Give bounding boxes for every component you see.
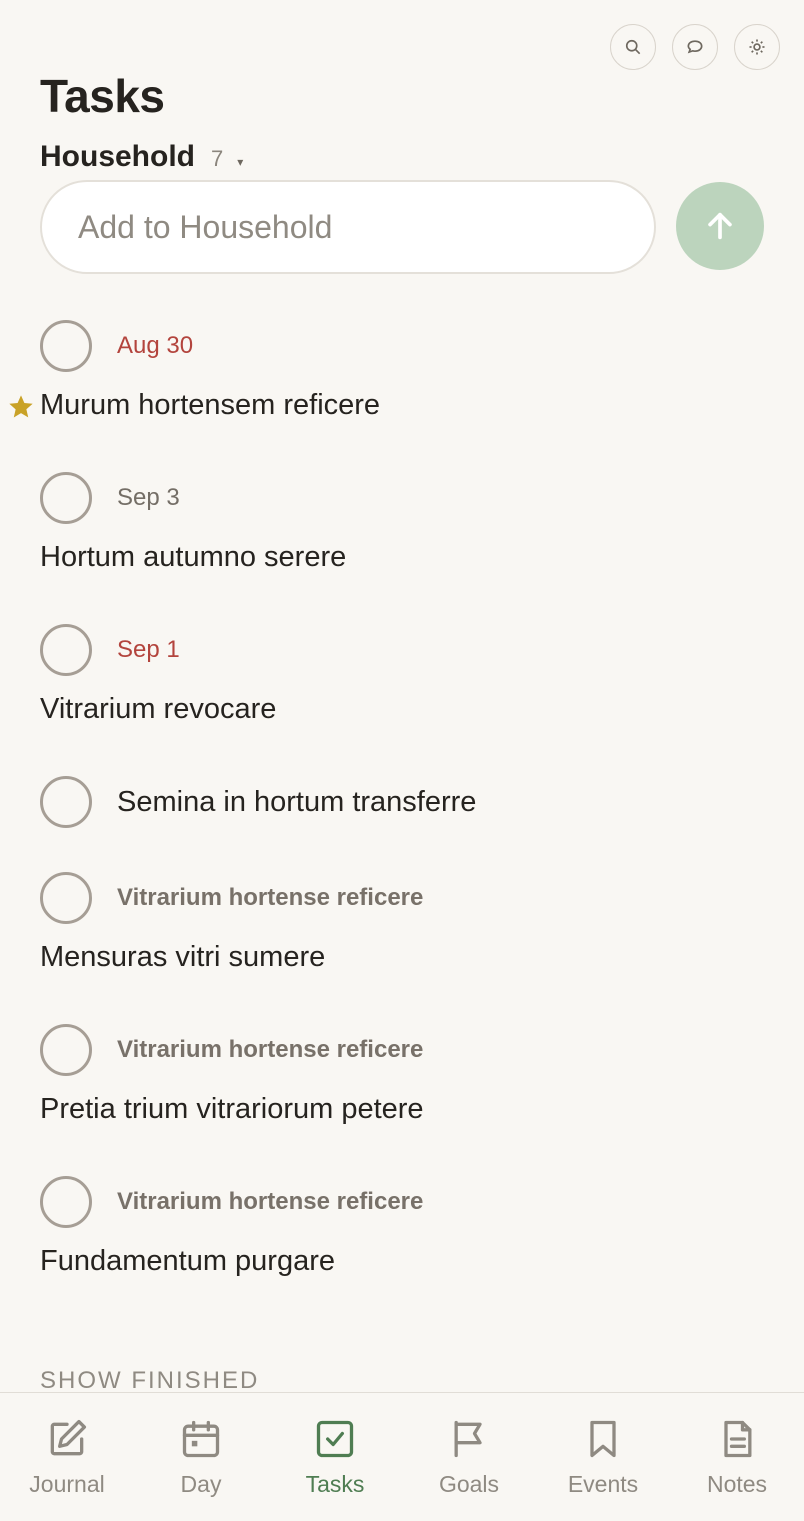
- nav-journal[interactable]: Journal: [0, 1393, 134, 1521]
- nav-label: Goals: [438, 1471, 500, 1497]
- task-parent-label: Vitrarium hortense reficere: [117, 884, 424, 911]
- note-icon: [724, 1420, 752, 1458]
- nav-events[interactable]: Events: [536, 1393, 670, 1521]
- nav-goals[interactable]: Goals: [402, 1393, 536, 1521]
- task-title: Hortum autumno serere: [40, 541, 347, 573]
- task-title: Vitrarium revocare: [40, 693, 277, 725]
- task-title: Fundamentum purgare: [40, 1245, 335, 1277]
- theme-button[interactable]: [734, 24, 780, 70]
- add-task-row: [40, 180, 764, 274]
- nav-tasks[interactable]: Tasks: [268, 1393, 402, 1521]
- nav-label: Notes: [706, 1471, 768, 1497]
- task-title: Murum hortensem reficere: [40, 389, 381, 421]
- task-parent-label: Vitrarium hortense reficere: [117, 1188, 424, 1215]
- top-actions: [610, 24, 780, 70]
- arrow-up-icon: [708, 212, 732, 240]
- task-checkbox[interactable]: [40, 872, 92, 924]
- task-checkbox[interactable]: [40, 624, 92, 676]
- nav-day[interactable]: Day: [134, 1393, 268, 1521]
- flag-icon: [454, 1420, 482, 1458]
- task-checkbox[interactable]: [40, 1024, 92, 1076]
- nav-label: Day: [180, 1471, 222, 1497]
- task-title: Mensuras vitri sumere: [40, 941, 326, 973]
- task-due-date: Aug 30: [117, 332, 194, 359]
- task-due-date: Sep 3: [117, 484, 180, 511]
- task-parent-label: Vitrarium hortense reficere: [117, 1036, 424, 1063]
- list-name: Household: [40, 140, 195, 173]
- sun-icon: [749, 39, 765, 55]
- task-title: Semina in hortum transferre: [117, 786, 477, 818]
- add-task-input[interactable]: [40, 180, 656, 274]
- task-checkbox[interactable]: [40, 776, 92, 828]
- star-icon: [9, 395, 33, 418]
- show-finished-toggle[interactable]: SHOW FINISHED: [40, 1367, 259, 1395]
- bottom-nav: Journal Day Tasks Goals Events Notes: [0, 1392, 804, 1521]
- add-task-button[interactable]: [676, 182, 764, 270]
- nav-label: Tasks: [305, 1471, 365, 1497]
- edit-icon: [50, 1419, 87, 1456]
- chat-button[interactable]: [672, 24, 718, 70]
- task-checkbox[interactable]: [40, 320, 92, 372]
- list-count: 7: [211, 146, 224, 171]
- chat-bubble-icon: [687, 40, 703, 54]
- page-title: Tasks: [40, 70, 165, 122]
- task-checkbox[interactable]: [40, 472, 92, 524]
- nav-notes[interactable]: Notes: [670, 1393, 804, 1521]
- task-checkbox[interactable]: [40, 1176, 92, 1228]
- bookmark-icon: [590, 1420, 616, 1458]
- search-button[interactable]: [610, 24, 656, 70]
- caret-down-icon: ▾: [237, 155, 244, 169]
- nav-label: Journal: [29, 1471, 105, 1497]
- task-due-date: Sep 1: [117, 636, 180, 663]
- search-icon: [625, 39, 641, 55]
- list-selector[interactable]: Household 7 ▾: [40, 140, 243, 174]
- checkbox-icon: [316, 1420, 354, 1458]
- task-title: Pretia trium vitrariorum petere: [40, 1093, 424, 1125]
- nav-label: Events: [567, 1471, 639, 1497]
- calendar-icon: [182, 1420, 220, 1458]
